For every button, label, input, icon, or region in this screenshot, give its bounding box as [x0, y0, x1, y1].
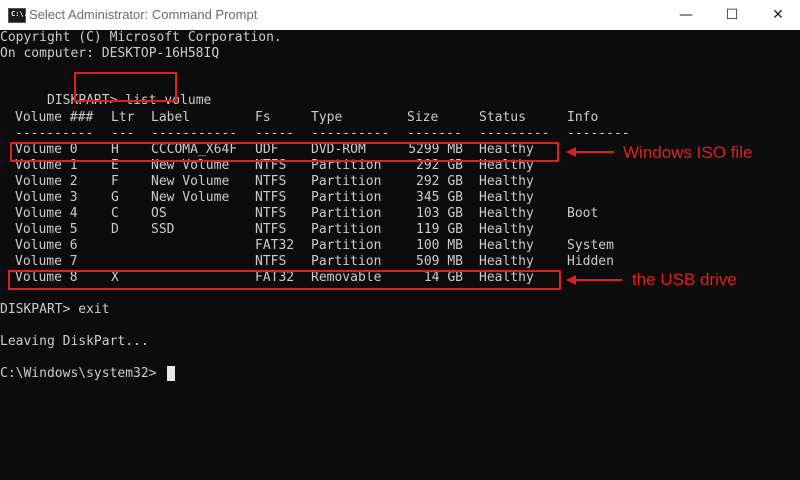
- cell-type: Partition: [311, 206, 382, 221]
- computer-line: On computer: DESKTOP-16H58IQ: [0, 46, 220, 61]
- cell-vol: Volume 5: [15, 222, 78, 237]
- cell-size: 100 MB: [416, 238, 463, 253]
- copyright-line: Copyright (C) Microsoft Corporation.: [0, 30, 282, 45]
- cell-status: Healthy: [479, 222, 534, 237]
- cell-vol: Volume 7: [15, 254, 78, 269]
- column-header: Ltr: [111, 110, 135, 125]
- cell-status: Healthy: [479, 238, 534, 253]
- cell-status: Healthy: [479, 190, 534, 205]
- title-bar[interactable]: C:\. Select Administrator: Command Promp…: [0, 0, 800, 30]
- column-separator: --------: [567, 126, 630, 141]
- column-separator: -------: [407, 126, 462, 141]
- cell-ltr: D: [111, 222, 119, 237]
- cmd-icon: C:\.: [8, 8, 28, 23]
- cell-vol: Volume 3: [15, 190, 78, 205]
- cell-info: System: [567, 238, 614, 253]
- iso-arrow: [574, 151, 614, 153]
- usb-row-highlight-box: [8, 270, 561, 290]
- column-separator: -----------: [151, 126, 238, 141]
- cell-label: New Volume: [151, 174, 230, 189]
- table-row: Volume 7 NTFS Partition 509 MB Healthy Hidden: [0, 254, 786, 270]
- table-row: Volume 3 G New Volume NTFS Partition 345 GB He…: [0, 190, 786, 206]
- table-row: Volume 2 F New Volume NTFS Partition 292 GB He…: [0, 174, 786, 190]
- cell-fs: NTFS: [255, 222, 287, 237]
- cell-size: 292 GB: [416, 174, 463, 189]
- close-button[interactable]: ✕: [755, 0, 800, 30]
- cell-info: Hidden: [567, 254, 614, 269]
- column-header: Type: [311, 110, 343, 125]
- minimize-button[interactable]: —: [663, 0, 709, 30]
- usb-arrow: [574, 279, 622, 281]
- table-separator-row: ---------- --- ----------- ----- ---------- -…: [0, 126, 786, 142]
- cell-label: SSD: [151, 222, 175, 237]
- cell-size: 509 MB: [416, 254, 463, 269]
- cell-status: Healthy: [479, 254, 534, 269]
- table-row: Volume 4 C OS NTFS Partition 103 GB Healthy Boo…: [0, 206, 786, 222]
- cell-info: Boot: [567, 206, 599, 221]
- cell-type: Partition: [311, 190, 382, 205]
- text-cursor: [167, 366, 175, 381]
- table-header-row: Volume ### Ltr Label Fs Type Size Status Info: [0, 110, 786, 126]
- column-header: Info: [567, 110, 599, 125]
- cell-fs: NTFS: [255, 190, 287, 205]
- table-row: Volume 6 FAT32 Partition 100 MB Healthy Syste…: [0, 238, 786, 254]
- cell-label: OS: [151, 206, 167, 221]
- cell-label: New Volume: [151, 190, 230, 205]
- cell-type: Partition: [311, 174, 382, 189]
- cell-ltr: F: [111, 174, 119, 189]
- cell-vol: Volume 2: [15, 174, 78, 189]
- column-header: Size: [407, 110, 439, 125]
- cell-fs: NTFS: [255, 206, 287, 221]
- iso-row-highlight-box: [10, 142, 559, 162]
- table-row: Volume 5 D SSD NTFS Partition 119 GB Healthy: [0, 222, 786, 238]
- cell-vol: Volume 6: [15, 238, 78, 253]
- column-header: Label: [151, 110, 191, 125]
- cell-size: 119 GB: [416, 222, 463, 237]
- cell-type: Partition: [311, 254, 382, 269]
- usb-annotation: the USB drive: [632, 270, 737, 289]
- iso-annotation: Windows ISO file: [623, 143, 753, 162]
- cell-status: Healthy: [479, 206, 534, 221]
- cell-ltr: C: [111, 206, 119, 221]
- cell-type: Partition: [311, 222, 382, 237]
- cell-fs: NTFS: [255, 174, 287, 189]
- cell-size: 345 GB: [416, 190, 463, 205]
- column-header: Fs: [255, 110, 271, 125]
- scrollbar[interactable]: [786, 30, 800, 480]
- cell-vol: Volume 4: [15, 206, 78, 221]
- cell-size: 103 GB: [416, 206, 463, 221]
- column-separator: ----------: [15, 126, 94, 141]
- cmd-icon-glyph: C:\.: [11, 10, 28, 18]
- window-title: Select Administrator: Command Prompt: [29, 7, 258, 22]
- column-separator: -----: [255, 126, 295, 141]
- cell-fs: NTFS: [255, 254, 287, 269]
- column-separator: ---: [111, 126, 135, 141]
- maximize-button[interactable]: ☐: [709, 0, 755, 30]
- cell-status: Healthy: [479, 174, 534, 189]
- cell-type: Partition: [311, 238, 382, 253]
- command-highlight-box: [74, 72, 177, 102]
- column-separator: ---------: [479, 126, 550, 141]
- exit-line: DISKPART> exit: [0, 302, 110, 317]
- column-separator: ----------: [311, 126, 390, 141]
- cell-ltr: G: [111, 190, 119, 205]
- column-header: Volume ###: [15, 110, 94, 125]
- column-header: Status: [479, 110, 526, 125]
- leaving-line: Leaving DiskPart...: [0, 334, 149, 349]
- command-prompt-window: C:\. Select Administrator: Command Promp…: [0, 0, 800, 480]
- current-prompt-line: C:\Windows\system32>: [0, 366, 157, 381]
- cell-fs: FAT32: [255, 238, 295, 253]
